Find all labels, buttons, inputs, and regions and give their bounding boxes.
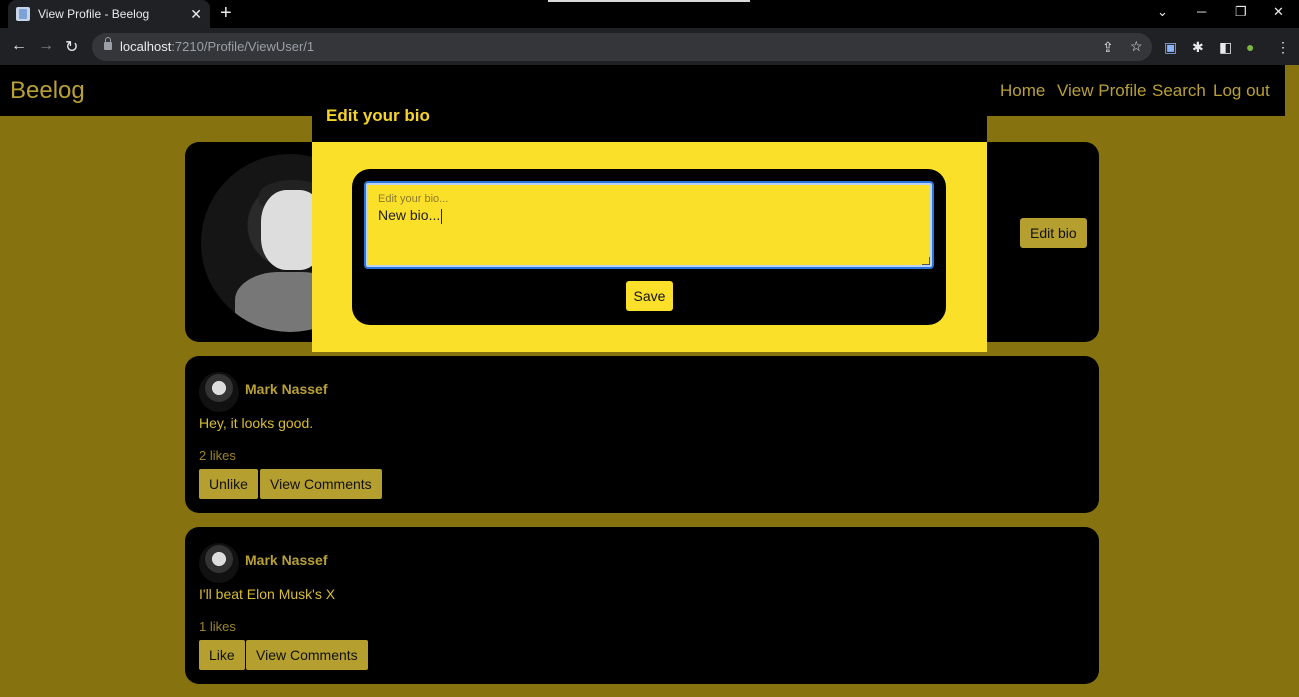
- post-likes: 1 likes: [199, 619, 236, 634]
- view-comments-button[interactable]: View Comments: [260, 469, 382, 499]
- bio-form: Edit your bio... New bio... Save: [352, 169, 946, 325]
- tab-search-chevron-icon[interactable]: ⌄: [1157, 4, 1168, 20]
- post-text: Hey, it looks good.: [199, 415, 314, 431]
- save-button[interactable]: Save: [626, 281, 673, 311]
- edit-bio-button[interactable]: Edit bio: [1020, 218, 1087, 248]
- post-card: Mark Nassef Hey, it looks good. 2 likes …: [185, 356, 1099, 513]
- avatar: [199, 372, 239, 412]
- bio-textarea[interactable]: Edit your bio... New bio...: [364, 181, 934, 269]
- browser-tab[interactable]: View Profile - Beelog ✕: [8, 0, 210, 28]
- star-icon[interactable]: ☆: [1130, 38, 1143, 55]
- url-text[interactable]: localhost:7210/Profile/ViewUser/1: [120, 39, 314, 54]
- modal-body: Edit your bio... New bio... Save: [312, 142, 987, 352]
- nav-home[interactable]: Home: [1000, 81, 1045, 101]
- bio-placeholder: Edit your bio...: [378, 193, 449, 205]
- avatar: [199, 543, 239, 583]
- post-author[interactable]: Mark Nassef: [245, 552, 328, 568]
- lock-icon[interactable]: [104, 37, 112, 50]
- unlike-button[interactable]: Unlike: [199, 469, 258, 499]
- new-tab-icon[interactable]: +: [220, 2, 232, 25]
- sidebar-icon[interactable]: ◧: [1219, 39, 1232, 56]
- menu-icon[interactable]: ⋮: [1276, 39, 1290, 56]
- window-close-icon[interactable]: ✕: [1273, 4, 1284, 20]
- brand-logo[interactable]: Beelog: [10, 77, 85, 105]
- browser-toolbar: ← → ↻ localhost:7210/Profile/ViewUser/1 …: [0, 28, 1299, 65]
- share-icon[interactable]: ⇪: [1102, 39, 1114, 56]
- browser-tab-strip: View Profile - Beelog ✕ + ⌄ ─ ❐ ✕: [0, 0, 1299, 28]
- post-card: Mark Nassef I'll beat Elon Musk's X 1 li…: [185, 527, 1099, 684]
- modal-title: Edit your bio: [326, 106, 430, 125]
- nav-view-profile[interactable]: View Profile: [1057, 81, 1146, 101]
- tab-title: View Profile - Beelog: [38, 7, 150, 21]
- tab-strip-divider: [548, 0, 750, 2]
- profile-icon[interactable]: ●: [1246, 39, 1254, 55]
- restore-icon[interactable]: ❐: [1235, 4, 1247, 20]
- post-text: I'll beat Elon Musk's X: [199, 586, 336, 602]
- extensions-icon[interactable]: ✱: [1192, 39, 1204, 56]
- minimize-icon[interactable]: ─: [1197, 4, 1206, 19]
- address-bar[interactable]: localhost:7210/Profile/ViewUser/1 ⇪ ☆: [92, 33, 1152, 61]
- view-comments-button[interactable]: View Comments: [246, 640, 368, 670]
- post-author[interactable]: Mark Nassef: [245, 381, 328, 397]
- nav-search[interactable]: Search: [1152, 81, 1206, 101]
- back-icon[interactable]: ←: [11, 37, 27, 55]
- translate-icon[interactable]: ▣: [1164, 39, 1177, 56]
- reload-icon[interactable]: ↻: [65, 37, 78, 57]
- page-favicon-icon: [16, 7, 30, 21]
- modal-header: Edit your bio: [312, 88, 987, 142]
- tab-close-icon[interactable]: ✕: [190, 6, 202, 23]
- forward-icon[interactable]: →: [38, 37, 54, 55]
- like-button[interactable]: Like: [199, 640, 245, 670]
- nav-log-out[interactable]: Log out: [1213, 81, 1270, 101]
- bio-value: New bio...: [378, 207, 443, 224]
- edit-bio-modal: Edit your bio Edit your bio... New bio..…: [312, 88, 987, 352]
- post-likes: 2 likes: [199, 448, 236, 463]
- resize-handle-icon[interactable]: [922, 257, 930, 265]
